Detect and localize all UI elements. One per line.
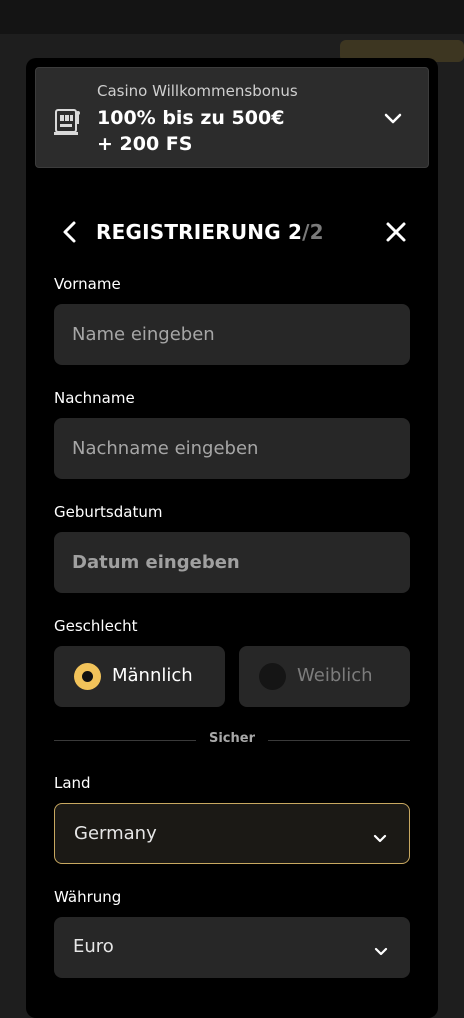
currency-value: Euro bbox=[73, 936, 114, 957]
last-name-label: Nachname bbox=[54, 389, 135, 407]
gender-option-male[interactable]: Männlich bbox=[54, 646, 225, 707]
first-name-input[interactable] bbox=[54, 304, 410, 365]
country-select[interactable]: Germany bbox=[54, 803, 410, 864]
chevron-down-icon[interactable] bbox=[384, 110, 402, 129]
title-main: REGISTRIERUNG 2 bbox=[96, 220, 303, 244]
gender-option-label: Weiblich bbox=[297, 665, 373, 686]
currency-label: Währung bbox=[54, 888, 122, 906]
last-name-input[interactable] bbox=[54, 418, 410, 479]
country-label: Land bbox=[54, 774, 91, 792]
radio-checked-icon bbox=[74, 663, 101, 690]
secure-divider-text: Sicher bbox=[208, 731, 255, 746]
close-icon[interactable] bbox=[384, 220, 408, 244]
bonus-banner[interactable]: Casino Willkommensbonus 100% bis zu 500€… bbox=[35, 67, 429, 168]
chevron-down-icon bbox=[374, 942, 388, 961]
chevron-down-icon bbox=[373, 829, 387, 848]
bonus-title-line1: 100% bis zu 500€ bbox=[97, 107, 285, 129]
currency-select[interactable]: Euro bbox=[54, 917, 410, 978]
bonus-title: 100% bis zu 500€ + 200 FS bbox=[97, 105, 357, 157]
bonus-label: Casino Willkommensbonus bbox=[97, 82, 298, 100]
bonus-title-line2: + 200 FS bbox=[97, 133, 193, 155]
chevron-left-icon[interactable] bbox=[60, 220, 80, 244]
birthdate-input[interactable] bbox=[54, 532, 410, 593]
page-title: REGISTRIERUNG 2/2 bbox=[96, 220, 324, 244]
gender-option-label: Männlich bbox=[112, 665, 193, 686]
country-value: Germany bbox=[74, 823, 157, 844]
gender-label: Geschlecht bbox=[54, 617, 138, 635]
modal-header: REGISTRIERUNG 2/2 bbox=[54, 216, 410, 248]
title-step-total: /2 bbox=[302, 220, 324, 244]
gender-option-female[interactable]: Weiblich bbox=[239, 646, 410, 707]
top-bar bbox=[0, 0, 464, 34]
divider-right bbox=[268, 740, 410, 741]
radio-unchecked-icon bbox=[259, 663, 286, 690]
first-name-label: Vorname bbox=[54, 275, 121, 293]
slot-machine-icon bbox=[54, 106, 82, 140]
birthdate-label: Geburtsdatum bbox=[54, 503, 163, 521]
